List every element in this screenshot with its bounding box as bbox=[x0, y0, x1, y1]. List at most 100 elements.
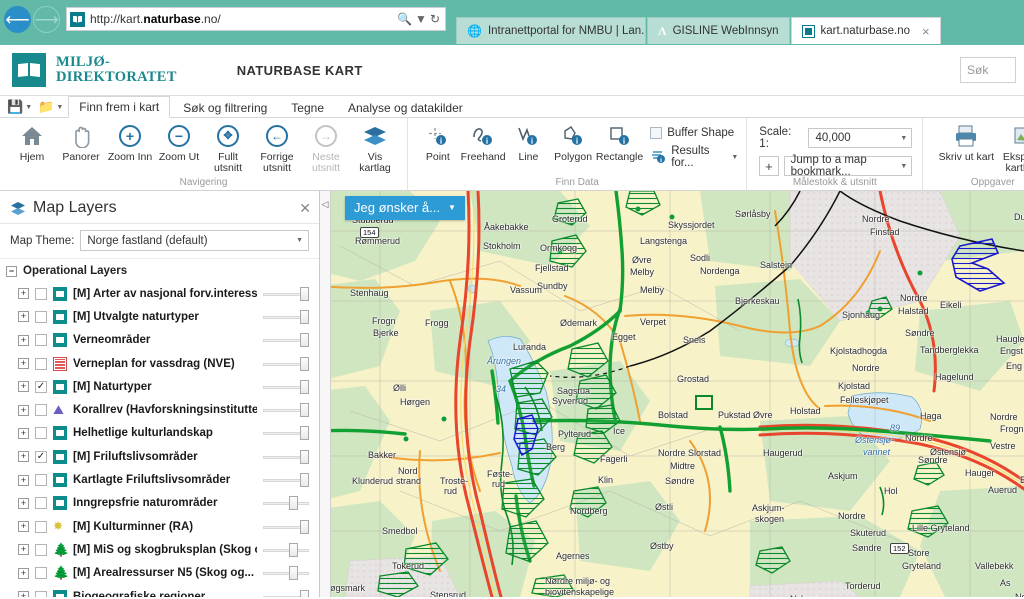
point-button[interactable]: i Point bbox=[416, 121, 460, 163]
expand-layer-icon[interactable]: + bbox=[18, 381, 29, 393]
layer-row[interactable]: + ✓ [M] Naturtyper bbox=[0, 375, 319, 398]
add-bookmark-button[interactable]: + bbox=[759, 156, 779, 176]
search-icon[interactable]: 🔍 bbox=[397, 12, 412, 26]
layer-row[interactable]: + ✸ [M] Kulturminner (RA) bbox=[0, 515, 319, 538]
layer-visibility-checkbox[interactable] bbox=[35, 520, 47, 533]
expand-layer-icon[interactable]: + bbox=[18, 567, 29, 579]
layer-row[interactable]: + Helhetlige kulturlandskap bbox=[0, 422, 319, 445]
slider-thumb[interactable] bbox=[300, 403, 309, 418]
expand-layer-icon[interactable]: + bbox=[18, 474, 29, 486]
freehand-button[interactable]: i Freehand bbox=[461, 121, 506, 163]
expand-layer-icon[interactable]: + bbox=[18, 451, 29, 463]
skriv-ut-kart-button[interactable]: Skriv ut kart bbox=[937, 121, 995, 163]
chevron-down-icon[interactable]: ▼ bbox=[25, 104, 32, 111]
layer-row[interactable]: + Kartlagte Friluftslivsområder bbox=[0, 468, 319, 491]
slider-thumb[interactable] bbox=[289, 566, 298, 581]
map-theme-select[interactable]: Norge fastland (default) ▼ bbox=[80, 230, 309, 251]
layer-opacity-slider[interactable] bbox=[263, 403, 309, 418]
layer-visibility-checkbox[interactable] bbox=[35, 497, 47, 510]
layer-row[interactable]: + 🌲[M] MiS og skogbruksplan (Skog og... bbox=[0, 538, 319, 561]
tab-tegne[interactable]: Tegne bbox=[280, 97, 335, 118]
expand-layer-icon[interactable]: + bbox=[18, 497, 29, 509]
operational-layers-header[interactable]: − Operational Layers bbox=[0, 259, 319, 282]
slider-thumb[interactable] bbox=[300, 286, 309, 301]
refresh-icon[interactable]: ↻ bbox=[430, 12, 440, 26]
fullt-utsnitt-button[interactable]: ✥ Fullt utsnitt bbox=[204, 121, 252, 174]
layer-visibility-checkbox[interactable] bbox=[35, 590, 47, 597]
back-arrow-icon[interactable]: ⟵ bbox=[4, 6, 31, 33]
tab-sok-og-filtrering[interactable]: Søk og filtrering bbox=[172, 97, 278, 118]
collapse-panel-button[interactable]: ◁ bbox=[320, 191, 331, 597]
forrige-utsnitt-button[interactable]: ← Forrige utsnitt bbox=[253, 121, 301, 174]
close-icon[interactable]: × bbox=[922, 24, 930, 39]
chevron-down-icon[interactable]: ▼ bbox=[56, 104, 63, 111]
expand-layer-icon[interactable]: + bbox=[18, 404, 29, 416]
layer-visibility-checkbox[interactable]: ✓ bbox=[35, 380, 47, 393]
slider-thumb[interactable] bbox=[300, 379, 309, 394]
zoom-ut-button[interactable]: − Zoom Ut bbox=[155, 121, 203, 163]
map-viewport[interactable]: ◁ Jeg ønsker å... ▼ Stubberud Groterud Sky… bbox=[320, 191, 1024, 597]
layer-row[interactable]: + Inngrepsfrie naturområder bbox=[0, 492, 319, 515]
chevron-down-icon[interactable]: ▼ bbox=[731, 154, 738, 161]
layer-opacity-slider[interactable] bbox=[263, 379, 309, 394]
slider-thumb[interactable] bbox=[289, 496, 298, 511]
layer-visibility-checkbox[interactable] bbox=[35, 287, 47, 300]
layer-opacity-slider[interactable] bbox=[263, 333, 309, 348]
slider-thumb[interactable] bbox=[300, 449, 309, 464]
expand-layer-icon[interactable]: + bbox=[18, 358, 29, 370]
layer-visibility-checkbox[interactable] bbox=[35, 357, 47, 370]
hjem-button[interactable]: Hjem bbox=[8, 121, 56, 163]
layer-opacity-slider[interactable] bbox=[263, 566, 309, 581]
collapse-expander-icon[interactable]: − bbox=[6, 265, 17, 277]
slider-thumb[interactable] bbox=[300, 333, 309, 348]
save-button[interactable]: 💾 ▼ bbox=[4, 99, 35, 117]
slider-thumb[interactable] bbox=[300, 426, 309, 441]
layer-opacity-slider[interactable] bbox=[263, 426, 309, 441]
slider-thumb[interactable] bbox=[300, 589, 309, 597]
results-for-button[interactable]: i Results for... ▼ bbox=[650, 145, 738, 169]
forward-arrow-icon[interactable]: ⟶ bbox=[33, 6, 60, 33]
slider-thumb[interactable] bbox=[300, 519, 309, 534]
expand-layer-icon[interactable]: + bbox=[18, 288, 29, 300]
slider-thumb[interactable] bbox=[300, 473, 309, 488]
jeg-onsker-a-dropdown[interactable]: Jeg ønsker å... ▼ bbox=[345, 196, 465, 220]
layer-visibility-checkbox[interactable] bbox=[35, 474, 47, 487]
layer-row[interactable]: + Verneområder bbox=[0, 329, 319, 352]
expand-layer-icon[interactable]: + bbox=[18, 591, 29, 597]
scale-select[interactable]: 40,000 ▼ bbox=[808, 128, 913, 148]
address-bar[interactable]: http://kart.naturbase.no/ 🔍 ▼ ↻ bbox=[66, 7, 446, 31]
layer-opacity-slider[interactable] bbox=[263, 589, 309, 597]
eksporter-kartbilde-button[interactable]: Eksporter kartbilde bbox=[996, 121, 1024, 174]
rectangle-button[interactable]: i Rectangle bbox=[596, 121, 643, 163]
buffer-shape-checkbox-row[interactable]: Buffer Shape bbox=[650, 127, 738, 139]
vis-kartlag-button[interactable]: Vis kartlag bbox=[351, 121, 399, 174]
expand-layer-icon[interactable]: + bbox=[18, 311, 29, 323]
layer-row[interactable]: + [M] Utvalgte naturtyper bbox=[0, 305, 319, 328]
layer-row[interactable]: + Verneplan for vassdrag (NVE) bbox=[0, 352, 319, 375]
tab-analyse-og-datakilder[interactable]: Analyse og datakilder bbox=[337, 97, 474, 118]
chevron-down-icon[interactable]: ▼ bbox=[415, 12, 427, 26]
browser-tab-naturbase[interactable]: kart.naturbase.no × bbox=[790, 17, 941, 44]
layer-visibility-checkbox[interactable] bbox=[35, 567, 47, 580]
layer-opacity-slider[interactable] bbox=[263, 449, 309, 464]
layer-row[interactable]: + 🌲 [M] Arealressurser N5 (Skog og... bbox=[0, 562, 319, 585]
tab-finn-frem-i-kart[interactable]: Finn frem i kart bbox=[68, 96, 171, 118]
slider-thumb[interactable] bbox=[300, 356, 309, 371]
layer-opacity-slider[interactable] bbox=[263, 309, 309, 324]
buffer-shape-checkbox[interactable] bbox=[650, 127, 663, 139]
expand-layer-icon[interactable]: + bbox=[18, 544, 29, 556]
layer-visibility-checkbox[interactable] bbox=[35, 310, 47, 323]
layer-row[interactable]: + ✓ [M] Friluftslivsområder bbox=[0, 445, 319, 468]
open-folder-button[interactable]: 📁 ▼ bbox=[35, 99, 66, 117]
layer-opacity-slider[interactable] bbox=[263, 356, 309, 371]
layer-visibility-checkbox[interactable]: ✓ bbox=[35, 450, 47, 463]
browser-tab-gisline[interactable]: Λ GISLINE WebInnsyn bbox=[647, 17, 790, 44]
browser-tab-intranett[interactable]: 🌐 Intranettportal for NMBU | Lan... bbox=[456, 17, 646, 44]
layer-visibility-checkbox[interactable] bbox=[35, 543, 47, 556]
line-button[interactable]: i Line bbox=[507, 121, 551, 163]
layer-opacity-slider[interactable] bbox=[263, 496, 309, 511]
layer-opacity-slider[interactable] bbox=[263, 286, 309, 301]
expand-layer-icon[interactable]: + bbox=[18, 521, 29, 533]
header-search-input[interactable]: Søk bbox=[960, 57, 1016, 83]
panorer-button[interactable]: Panorer bbox=[57, 121, 105, 163]
